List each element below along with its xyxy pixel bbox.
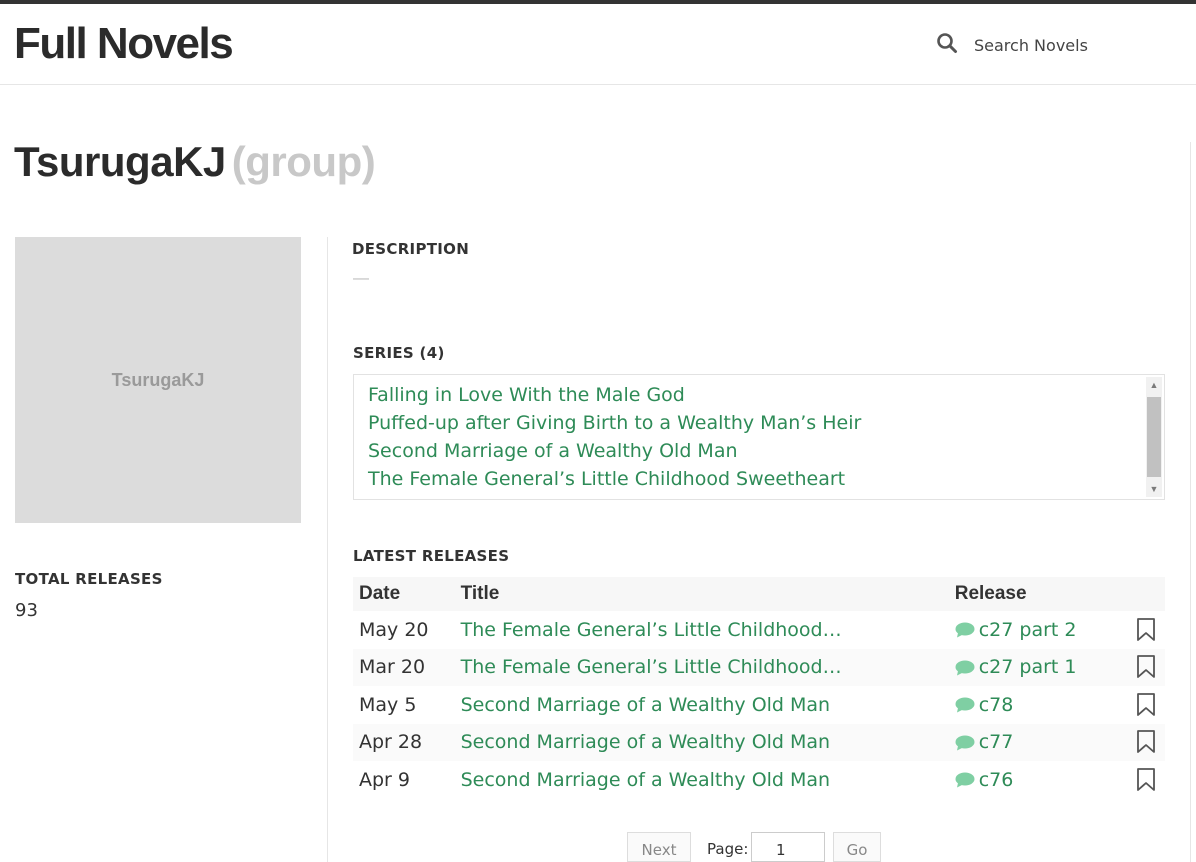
- series-list: Falling in Love With the Male God Puffed…: [368, 381, 1128, 493]
- go-button[interactable]: Go: [833, 832, 881, 862]
- column-divider: [327, 237, 328, 862]
- content-right-border: [1190, 142, 1191, 862]
- total-releases-value: 93: [15, 600, 38, 621]
- release-chapter-link[interactable]: c27 part 1: [979, 656, 1077, 678]
- bookmark-icon[interactable]: [1136, 692, 1156, 717]
- releases-table: Date Title Release May 20 The Female Gen…: [353, 577, 1165, 799]
- column-header-release: Release: [948, 577, 1121, 611]
- scroll-down-arrow-icon[interactable]: ▼: [1146, 481, 1162, 497]
- bookmark-icon[interactable]: [1136, 730, 1156, 754]
- bookmark-icon[interactable]: [1136, 767, 1156, 792]
- site-logo[interactable]: Full Novels: [14, 18, 234, 70]
- release-title-link[interactable]: The Female General’s Little Childhood…: [461, 619, 842, 641]
- scroll-up-arrow-icon[interactable]: ▲: [1146, 377, 1162, 393]
- total-releases-label: TOTAL RELEASES: [15, 570, 163, 588]
- bookmark-icon[interactable]: [1136, 655, 1156, 679]
- search-input[interactable]: [966, 30, 1192, 60]
- avatar-text: TsurugaKJ: [111, 369, 205, 390]
- comment-icon[interactable]: [955, 772, 975, 788]
- group-name: TsurugaKJ: [14, 138, 226, 185]
- table-row: Apr 28 Second Marriage of a Wealthy Old …: [353, 723, 1165, 761]
- column-header-bookmark: [1120, 577, 1165, 611]
- release-date: Apr 9: [359, 768, 410, 791]
- release-title-link[interactable]: Second Marriage of a Wealthy Old Man: [461, 769, 831, 791]
- table-row: May 5 Second Marriage of a Wealthy Old M…: [353, 686, 1165, 724]
- page-number-input[interactable]: 1: [751, 832, 825, 862]
- column-header-title: Title: [454, 577, 949, 611]
- release-title-link[interactable]: The Female General’s Little Childhood…: [461, 656, 842, 678]
- next-page-button[interactable]: Next: [627, 832, 691, 862]
- release-title-link[interactable]: Second Marriage of a Wealthy Old Man: [461, 731, 831, 753]
- release-date: Mar 20: [353, 648, 455, 686]
- release-title-link[interactable]: Second Marriage of a Wealthy Old Man: [461, 694, 831, 716]
- scrollbar-thumb[interactable]: [1147, 397, 1161, 477]
- table-header-row: Date Title Release: [353, 577, 1165, 611]
- release-date: Apr 28: [353, 723, 455, 761]
- column-header-date: Date: [353, 577, 455, 611]
- series-list-box[interactable]: Falling in Love With the Male God Puffed…: [353, 374, 1165, 500]
- table-row: May 20 The Female General’s Little Child…: [353, 611, 1165, 649]
- series-scrollbar[interactable]: ▲ ▼: [1146, 377, 1162, 497]
- series-link[interactable]: Falling in Love With the Male God: [368, 381, 1128, 409]
- release-date: May 5: [359, 693, 417, 716]
- release-date: May 20: [359, 618, 429, 641]
- page-label: Page:: [707, 840, 749, 858]
- description-label: DESCRIPTION: [352, 240, 470, 258]
- site-header: Full Novels: [0, 4, 1196, 85]
- description-value: —: [353, 270, 369, 287]
- comment-icon[interactable]: [955, 660, 975, 676]
- group-type-label: (group): [231, 138, 376, 185]
- search-icon[interactable]: [936, 32, 958, 54]
- release-chapter-link[interactable]: c27 part 2: [979, 619, 1077, 641]
- release-chapter-link[interactable]: c76: [979, 769, 1014, 791]
- table-row: Mar 20 The Female General’s Little Child…: [353, 648, 1165, 686]
- release-chapter-link[interactable]: c78: [979, 694, 1014, 716]
- table-row: Apr 9 Second Marriage of a Wealthy Old M…: [353, 761, 1165, 799]
- release-chapter-link[interactable]: c77: [979, 731, 1014, 753]
- latest-releases-label: LATEST RELEASES: [353, 547, 510, 565]
- bookmark-icon[interactable]: [1136, 617, 1156, 642]
- series-label: SERIES (4): [353, 344, 445, 362]
- page-title: TsurugaKJ (group): [14, 138, 376, 186]
- series-link[interactable]: The Female General’s Little Childhood Sw…: [368, 465, 1128, 493]
- series-link[interactable]: Puffed-up after Giving Birth to a Wealth…: [368, 409, 1128, 437]
- comment-icon[interactable]: [955, 735, 975, 751]
- series-link[interactable]: Second Marriage of a Wealthy Old Man: [368, 437, 1128, 465]
- comment-icon[interactable]: [955, 697, 975, 713]
- group-avatar: TsurugaKJ: [15, 237, 301, 523]
- comment-icon[interactable]: [955, 622, 975, 638]
